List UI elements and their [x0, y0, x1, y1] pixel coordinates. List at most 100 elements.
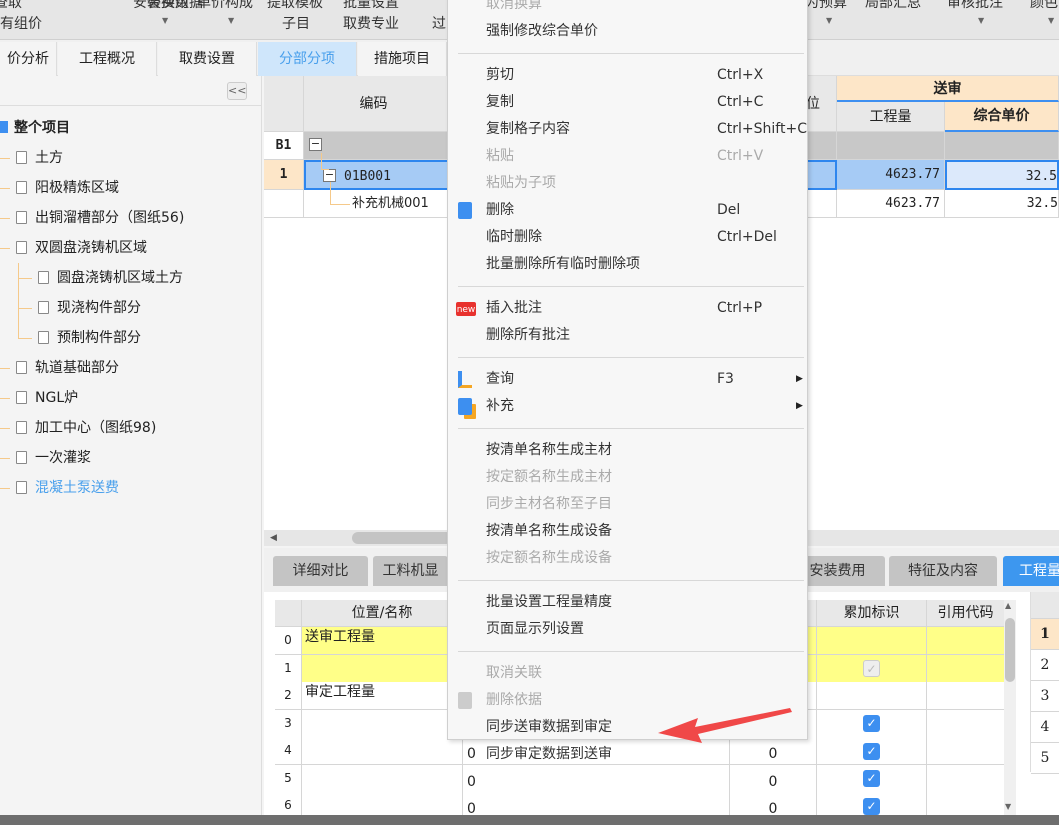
detail-row-index[interactable]: 5	[275, 764, 302, 793]
detail-col-header[interactable]: 位置/名称	[302, 600, 463, 627]
toolbar-button[interactable]: 局部汇总	[865, 0, 921, 12]
detail-name-cell[interactable]	[302, 709, 463, 738]
tree-item[interactable]: 圆盘浇铸机区域土方	[38, 263, 183, 293]
menu-item[interactable]: 按定额名称生成主材	[448, 464, 807, 491]
row-index[interactable]: B1	[264, 132, 304, 160]
reference-code-cell[interactable]	[927, 627, 1005, 655]
detail-name-cell[interactable]: 送审工程量	[302, 627, 463, 655]
tree-item[interactable]: 出铜溜槽部分（图纸56)	[16, 203, 184, 233]
accumulate-flag-cell[interactable]: ✓	[817, 764, 927, 793]
toolbar-button[interactable]: 查取	[0, 0, 22, 12]
bottom-tab-0[interactable]: 详细对比	[273, 556, 368, 586]
tree-item[interactable]: NGL炉	[16, 383, 78, 413]
collapse-toggle-icon[interactable]: −	[323, 169, 336, 182]
detail-row-index[interactable]: 0	[275, 627, 302, 655]
row-index[interactable]	[264, 190, 304, 218]
dropdown-arrow-icon[interactable]: ▼	[1048, 16, 1054, 25]
detail-row-index[interactable]: 2	[275, 682, 302, 710]
detail-expression-cell[interactable]: 0	[463, 764, 730, 793]
dropdown-arrow-icon[interactable]: ▼	[978, 16, 984, 25]
menu-item[interactable]: new 插入批注 Ctrl+P	[448, 295, 807, 322]
reference-code-cell[interactable]	[927, 764, 1005, 793]
menu-item[interactable]: 粘贴 Ctrl+V	[448, 143, 807, 170]
reference-code-cell[interactable]	[927, 709, 1005, 738]
dropdown-arrow-icon[interactable]: ▼	[228, 16, 234, 25]
menu-item[interactable]: 复制 Ctrl+C	[448, 89, 807, 116]
scroll-down-icon[interactable]: ▼	[1005, 802, 1011, 811]
dropdown-arrow-icon[interactable]: ▼	[826, 16, 832, 25]
tab-4[interactable]: 措施项目	[358, 42, 447, 76]
tab-0[interactable]: 价分析	[0, 42, 57, 76]
tree-item[interactable]: 双圆盘浇铸机区域	[16, 233, 147, 263]
tree-root[interactable]: 整个项目	[0, 113, 70, 143]
menu-item[interactable]: 删除所有批注	[448, 322, 807, 349]
accumulate-flag-cell[interactable]	[817, 627, 927, 655]
tree-item[interactable]: 轨道基础部分	[16, 353, 119, 383]
detail-value-cell[interactable]: 0	[730, 764, 817, 793]
tree-item[interactable]: 阳极精炼区域	[16, 173, 119, 203]
reference-code-cell[interactable]	[927, 737, 1005, 765]
tree-item[interactable]: 一次灌浆	[16, 443, 91, 473]
menu-item[interactable]: 批量删除所有临时删除项	[448, 251, 807, 278]
menu-item[interactable]: 查询 F3 ▶	[448, 366, 807, 393]
col-header-price[interactable]: 综合单价	[945, 102, 1059, 132]
menu-item[interactable]: 批量设置工程量精度	[448, 589, 807, 616]
detail-name-cell[interactable]	[302, 764, 463, 793]
menu-item[interactable]: 取消换算	[448, 0, 807, 18]
detail-name-cell[interactable]	[302, 654, 463, 683]
menu-item[interactable]: 补充 ▶	[448, 393, 807, 420]
qty-cell[interactable]: 4623.77	[837, 190, 945, 218]
scrollbar-thumb[interactable]	[352, 532, 452, 544]
bottom-tab-4[interactable]: 工程量	[1003, 556, 1059, 586]
toolbar-button[interactable]: 审核批注	[947, 0, 1003, 12]
menu-item[interactable]: 临时删除 Ctrl+Del	[448, 224, 807, 251]
scrollbar-thumb[interactable]	[1005, 618, 1015, 682]
toolbar-button[interactable]: 单价构成	[197, 0, 253, 12]
detail-row-index[interactable]: 1	[275, 654, 302, 683]
tab-3[interactable]: 分部分项	[258, 42, 357, 76]
mini-row-index[interactable]: 5	[1031, 743, 1059, 774]
price-cell[interactable]	[945, 132, 1059, 160]
menu-item[interactable]: 粘贴为子项	[448, 170, 807, 197]
menu-item[interactable]: 删除 Del	[448, 197, 807, 224]
accumulate-flag-cell[interactable]: ✓	[817, 654, 927, 683]
bottom-tab-3[interactable]: 特征及内容	[889, 556, 997, 586]
mini-row-index[interactable]: 2	[1031, 650, 1059, 681]
menu-item[interactable]: 页面显示列设置	[448, 616, 807, 643]
toolbar-button[interactable]: 批量设置	[343, 0, 399, 12]
price-cell[interactable]: 32.5	[945, 190, 1059, 218]
mini-row-index[interactable]: 4	[1031, 712, 1059, 743]
tree-item[interactable]: 加工中心（图纸98)	[16, 413, 156, 443]
checkbox[interactable]: ✓	[863, 770, 880, 787]
accumulate-flag-cell[interactable]: ✓	[817, 737, 927, 765]
tree-item[interactable]: 混凝土泵送费	[16, 473, 119, 503]
tab-2[interactable]: 取费设置	[158, 42, 257, 76]
detail-col-header[interactable]: 引用代码	[927, 600, 1005, 627]
price-cell[interactable]: 32.5	[945, 160, 1059, 190]
scroll-up-icon[interactable]: ▲	[1005, 601, 1011, 610]
toolbar-button[interactable]: 安装费用	[133, 0, 189, 12]
menu-item[interactable]: 按清单名称生成主材	[448, 437, 807, 464]
menu-item[interactable]: 剪切 Ctrl+X	[448, 62, 807, 89]
qty-cell[interactable]	[837, 132, 945, 160]
menu-item[interactable]: 同步主材名称至子目	[448, 491, 807, 518]
reference-code-cell[interactable]	[927, 654, 1005, 683]
detail-col-header[interactable]: 累加标识	[817, 600, 927, 627]
mini-row-index[interactable]: 3	[1031, 681, 1059, 712]
tree-item[interactable]: 现浇构件部分	[38, 293, 141, 323]
menu-item[interactable]: 复制格子内容 Ctrl+Shift+C	[448, 116, 807, 143]
col-header-qty[interactable]: 工程量	[837, 102, 945, 132]
menu-item[interactable]: 取消关联	[448, 660, 807, 687]
dropdown-arrow-icon[interactable]: ▼	[162, 16, 168, 25]
bottom-tab-1[interactable]: 工料机显	[373, 556, 448, 586]
checkbox[interactable]: ✓	[863, 797, 880, 815]
scroll-left-icon[interactable]: ◀	[270, 533, 277, 543]
detail-row-index[interactable]: 4	[275, 737, 302, 765]
checkbox[interactable]: ✓	[863, 742, 880, 760]
toolbar-button-label[interactable]: 有组价	[0, 13, 42, 33]
collapse-toggle-icon[interactable]: −	[309, 138, 322, 151]
toolbar-button-label[interactable]: 取费专业	[343, 13, 399, 33]
tab-1[interactable]: 工程概况	[58, 42, 157, 76]
checkbox[interactable]: ✓	[863, 715, 880, 732]
toolbar-button-label[interactable]: 过	[432, 13, 446, 33]
